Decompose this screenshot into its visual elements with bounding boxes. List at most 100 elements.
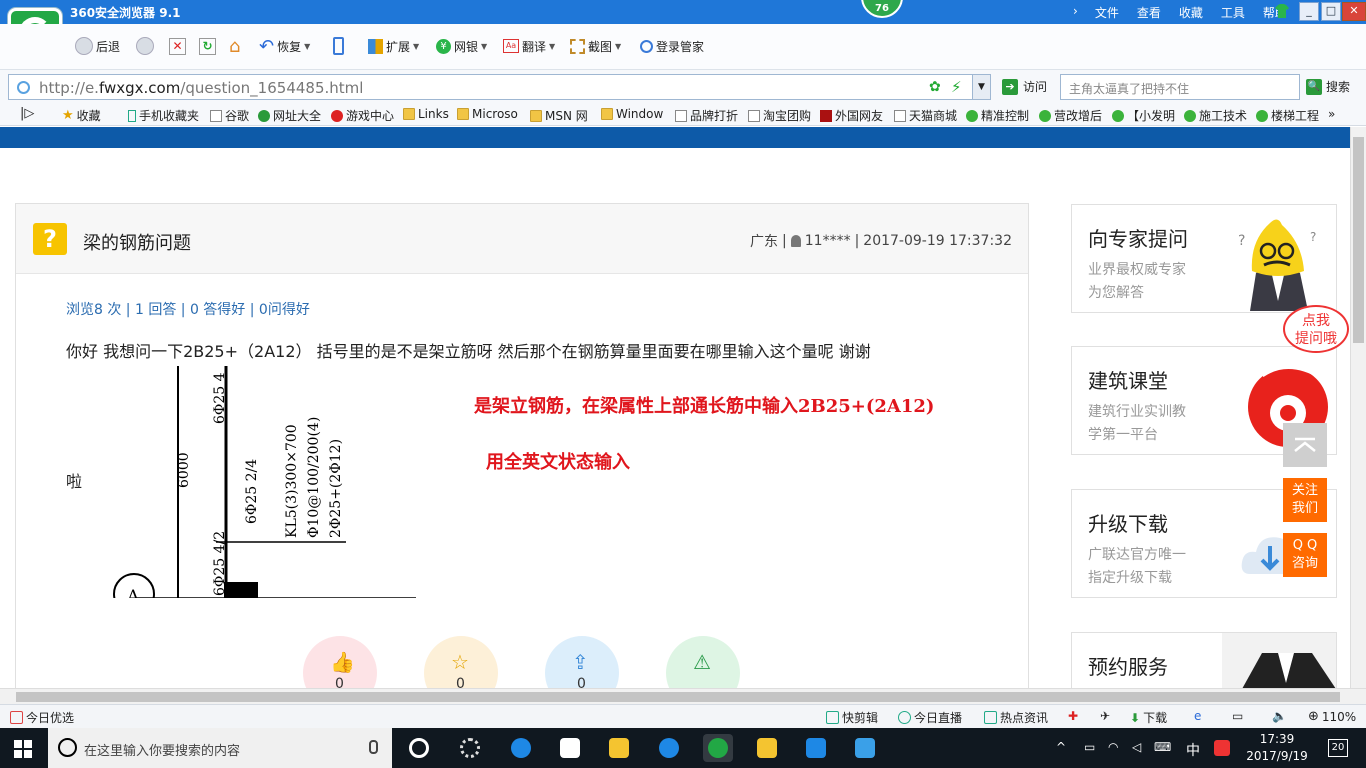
wifi-icon[interactable]: ◠ xyxy=(1108,740,1118,754)
fav-item[interactable]: 【小发明 xyxy=(1112,107,1175,124)
menu-tools[interactable]: 工具 xyxy=(1212,4,1254,21)
fav-item[interactable]: Links xyxy=(403,107,449,121)
appointment-card[interactable]: 预约服务 xyxy=(1071,632,1337,688)
visit-button[interactable]: ➔ 访问 xyxy=(1002,78,1047,95)
sogou-icon[interactable] xyxy=(1214,740,1230,756)
search-button[interactable]: 🔍 搜索 xyxy=(1306,78,1350,95)
vertical-scrollbar[interactable] xyxy=(1350,127,1366,688)
menu-view[interactable]: 查看 xyxy=(1128,4,1170,21)
taskbar-search-input[interactable]: 在这里输入你要搜索的内容 xyxy=(48,728,392,768)
today-picks[interactable]: 今日优选 xyxy=(10,709,74,726)
zoom-icon: ⊕ xyxy=(1308,709,1319,724)
share-button[interactable]: ⇪ 0 xyxy=(545,636,619,688)
ie-icon[interactable]: e xyxy=(1194,709,1201,723)
tray-expand-icon[interactable]: ^ xyxy=(1056,740,1066,754)
window-icon[interactable]: ▭ xyxy=(1232,709,1243,723)
security-icon[interactable]: ✚ xyxy=(1068,709,1078,723)
battery-icon[interactable]: ▭ xyxy=(1084,740,1095,754)
screenshot-button[interactable]: 截图 ▼ xyxy=(570,34,621,58)
question-user[interactable]: 11**** xyxy=(805,233,851,249)
ask-expert-card[interactable]: 向专家提问 业界最权威专家 为您解答 ? ? xyxy=(1071,204,1337,313)
horizontal-scrollbar[interactable] xyxy=(0,688,1366,704)
taskbar-app-remote[interactable] xyxy=(801,734,831,762)
taskbar-app-swirl[interactable] xyxy=(455,734,485,762)
pin-icon[interactable]: ✈ xyxy=(1100,709,1110,723)
ime-indicator[interactable]: 中 xyxy=(1186,740,1200,760)
taskbar-app-notes[interactable] xyxy=(752,734,782,762)
taskbar-app-explorer[interactable] xyxy=(604,734,634,762)
microphone-icon[interactable] xyxy=(369,740,378,754)
url-text[interactable]: http://e.fwxgx.com/question_1654485.html xyxy=(39,79,363,97)
home-button[interactable]: ⌂ xyxy=(229,34,240,58)
restore-button[interactable]: ↶ 恢复 ▼ xyxy=(259,34,310,58)
back-to-top-button[interactable] xyxy=(1283,423,1327,467)
taskbar-app-edge[interactable] xyxy=(506,734,536,762)
fav-item[interactable]: 天猫商城 xyxy=(894,107,957,124)
keyboard-icon[interactable]: ⌨ xyxy=(1154,740,1171,754)
back-button[interactable]: 后退 xyxy=(75,34,120,58)
ebank-button[interactable]: ¥ 网银 ▼ xyxy=(436,34,487,58)
beam-spec-label: KL5(3)300×700 xyxy=(284,424,300,538)
minimize-button[interactable]: _ xyxy=(1299,2,1319,21)
stop-button[interactable]: ✕ xyxy=(169,34,186,58)
refresh-button[interactable]: ↻ xyxy=(199,34,216,58)
fav-item[interactable]: 谷歌 xyxy=(210,107,249,124)
fav-item[interactable]: 楼梯工程 xyxy=(1256,107,1319,124)
security-shield-icon[interactable]: ✿ xyxy=(929,79,941,95)
taskbar-clock[interactable]: 17:39 2017/9/19 xyxy=(1246,731,1308,765)
mobile-button[interactable] xyxy=(333,34,344,58)
fav-item[interactable]: Microso xyxy=(457,107,518,121)
vertical-scroll-thumb[interactable] xyxy=(1353,137,1364,343)
extensions-button[interactable]: 扩展 ▼ xyxy=(368,34,419,58)
login-manager-button[interactable]: 登录管家 xyxy=(640,34,704,58)
fav-item[interactable]: ★ 收藏 xyxy=(62,107,101,124)
translate-button[interactable]: Aa 翻译 ▼ xyxy=(503,34,555,58)
quick-clip[interactable]: 快剪辑 xyxy=(826,709,878,726)
start-button[interactable] xyxy=(14,740,32,758)
notification-center-icon[interactable]: 20 xyxy=(1328,739,1348,757)
fav-item[interactable]: 营改增后 xyxy=(1039,107,1102,124)
qq-consult-button[interactable]: Q Q 咨询 xyxy=(1283,533,1327,577)
fav-more-icon[interactable]: » xyxy=(1328,107,1335,121)
close-button[interactable]: ✕ xyxy=(1342,2,1366,21)
speed-mode-icon[interactable]: ⚡ xyxy=(951,78,962,96)
speaker-icon[interactable]: ◁ xyxy=(1132,740,1141,754)
chevron-right-icon[interactable]: › xyxy=(1065,4,1086,21)
zoom-level[interactable]: ⊕ 110% xyxy=(1308,709,1356,724)
search-input[interactable]: 主角太逼真了把持不住 xyxy=(1060,74,1300,100)
ask-bubble[interactable]: 点我 提问哦 xyxy=(1283,305,1349,353)
maximize-button[interactable]: □ xyxy=(1321,2,1341,21)
fav-item[interactable]: 网址大全 xyxy=(258,107,321,124)
download-manager[interactable]: ⬇ 下载 xyxy=(1130,709,1167,726)
address-bar[interactable]: http://e.fwxgx.com/question_1654485.html… xyxy=(8,74,991,100)
volume-icon[interactable]: 🔈 xyxy=(1272,709,1287,723)
follow-us-button[interactable]: 关注 我们 xyxy=(1283,478,1327,522)
menu-favorites[interactable]: 收藏 xyxy=(1170,4,1212,21)
like-button[interactable]: 👍 0 xyxy=(303,636,377,688)
taskbar-app-blue-g[interactable] xyxy=(654,734,684,762)
taskbar-app-photos[interactable] xyxy=(850,734,880,762)
fav-item[interactable]: MSN 网 xyxy=(530,107,588,124)
report-button[interactable]: ⚠ xyxy=(666,636,740,688)
fav-item[interactable]: 外国网友 xyxy=(820,107,883,124)
today-live[interactable]: 今日直播 xyxy=(898,709,962,726)
fav-item[interactable]: 品牌打折 xyxy=(675,107,738,124)
taskbar-app-store[interactable] xyxy=(555,734,585,762)
menu-file[interactable]: 文件 xyxy=(1086,4,1128,21)
speed-badge[interactable]: 76 xyxy=(861,0,903,18)
sidebar-toggle-icon[interactable]: |▷ xyxy=(20,106,34,121)
favorite-button[interactable]: ☆ 0 xyxy=(424,636,498,688)
fav-item[interactable]: 精准控制 xyxy=(966,107,1029,124)
taskbar-app-360-browser[interactable] xyxy=(703,734,733,762)
fav-item[interactable]: 施工技术 xyxy=(1184,107,1247,124)
hot-news[interactable]: 热点资讯 xyxy=(984,709,1048,726)
taskbar-app-pinwheel[interactable] xyxy=(404,734,434,762)
horizontal-scroll-thumb[interactable] xyxy=(16,692,1340,702)
skin-shirt-icon[interactable] xyxy=(1274,3,1290,19)
fav-item[interactable]: 手机收藏夹 xyxy=(128,107,199,124)
fav-item[interactable]: Window xyxy=(601,107,663,121)
address-dropdown-button[interactable]: ▼ xyxy=(972,75,990,99)
forward-button[interactable] xyxy=(136,34,154,58)
fav-item[interactable]: 淘宝团购 xyxy=(748,107,811,124)
fav-item[interactable]: 游戏中心 xyxy=(331,107,394,124)
